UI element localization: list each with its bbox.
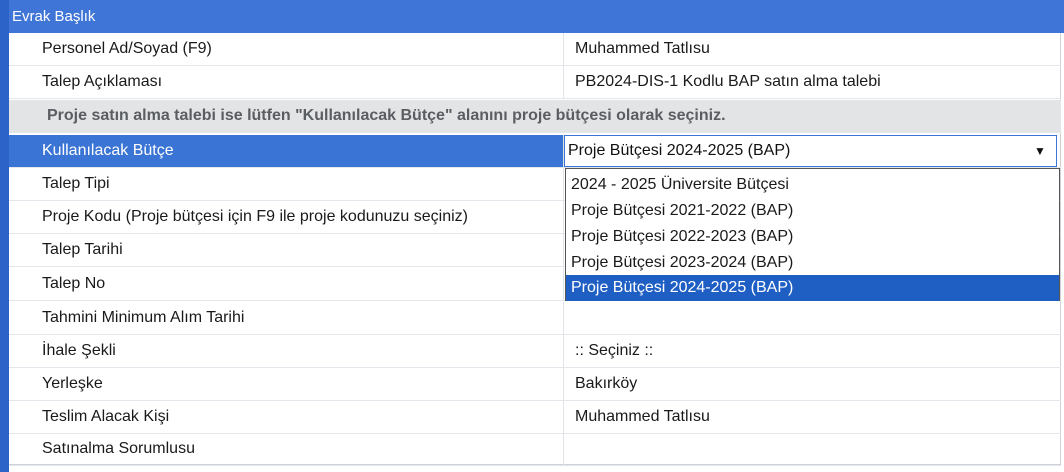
value-talep-aciklamasi[interactable]: PB2024-DIS-1 Kodlu BAP satın alma talebi — [564, 66, 1061, 98]
label-ihale-sekli: İhale Şekli — [9, 335, 564, 367]
label-tahmini-alim-tarihi: Tahmini Minimum Alım Tarihi — [9, 302, 564, 334]
dropdown-option[interactable]: Proje Bütçesi 2021-2022 (BAP) — [566, 198, 1059, 224]
row-tahmini-alim-tarihi[interactable]: Tahmini Minimum Alım Tarihi — [9, 302, 1061, 335]
notice-row: Proje satın alma talebi ise lütfen "Kull… — [9, 100, 1061, 133]
triangle-down-icon[interactable]: ▼ — [1030, 142, 1050, 160]
budget-combobox-value: Proje Bütçesi 2024-2025 (BAP) — [568, 142, 791, 159]
value-satinalma-sorumlusu[interactable] — [564, 433, 1061, 465]
label-satinalma-sorumlusu: Satınalma Sorumlusu — [9, 433, 564, 465]
row-yerleske[interactable]: Yerleşke Bakırköy — [9, 368, 1061, 401]
row-personel[interactable]: Personel Ad/Soyad (F9) Muhammed Tatlısu — [9, 33, 1061, 66]
row-ihale-sekli[interactable]: İhale Şekli :: Seçiniz :: — [9, 335, 1061, 368]
label-yerleske: Yerleşke — [9, 368, 564, 400]
label-talep-tarihi: Talep Tarihi — [9, 234, 564, 266]
label-proje-kodu: Proje Kodu (Proje bütçesi için F9 ile pr… — [9, 201, 564, 233]
value-teslim-alacak-kisi[interactable]: Muhammed Tatlısu — [564, 401, 1061, 433]
dropdown-option[interactable]: Proje Bütçesi 2023-2024 (BAP) — [566, 250, 1059, 276]
row-teslim-alacak-kisi[interactable]: Teslim Alacak Kişi Muhammed Tatlısu — [9, 401, 1061, 434]
label-teslim-alacak-kisi: Teslim Alacak Kişi — [9, 401, 564, 433]
label-talep-no: Talep No — [9, 268, 564, 300]
label-talep-tipi: Talep Tipi — [9, 168, 564, 200]
value-personel[interactable]: Muhammed Tatlısu — [564, 33, 1061, 65]
dropdown-option[interactable]: Proje Bütçesi 2022-2023 (BAP) — [566, 224, 1059, 250]
dropdown-option-highlighted[interactable]: Proje Bütçesi 2024-2025 (BAP) — [566, 275, 1059, 301]
row-talep-aciklamasi[interactable]: Talep Açıklaması PB2024-DIS-1 Kodlu BAP … — [9, 66, 1061, 99]
label-kullanilacak-butce: Kullanılacak Bütçe — [9, 135, 564, 167]
notice-text: Proje satın alma talebi ise lütfen "Kull… — [47, 107, 726, 124]
budget-dropdown-list[interactable]: 2024 - 2025 Üniversite Bütçesi Proje Büt… — [565, 168, 1060, 301]
value-ihale-sekli[interactable]: :: Seçiniz :: — [564, 335, 1061, 367]
value-tahmini-alim-tarihi[interactable] — [564, 302, 1061, 334]
label-personel: Personel Ad/Soyad (F9) — [9, 33, 564, 65]
budget-combobox[interactable]: Proje Bütçesi 2024-2025 (BAP) ▼ — [564, 135, 1057, 167]
window-edge — [0, 0, 9, 472]
label-talep-aciklamasi: Talep Açıklaması — [9, 66, 564, 98]
row-satinalma-sorumlusu[interactable]: Satınalma Sorumlusu — [9, 433, 1061, 466]
property-grid: Evrak Başlık Personel Ad/Soyad (F9) Muha… — [0, 0, 1064, 472]
value-yerleske[interactable]: Bakırköy — [564, 368, 1061, 400]
dropdown-option[interactable]: 2024 - 2025 Üniversite Bütçesi — [566, 172, 1059, 198]
section-header: Evrak Başlık — [9, 0, 1064, 33]
